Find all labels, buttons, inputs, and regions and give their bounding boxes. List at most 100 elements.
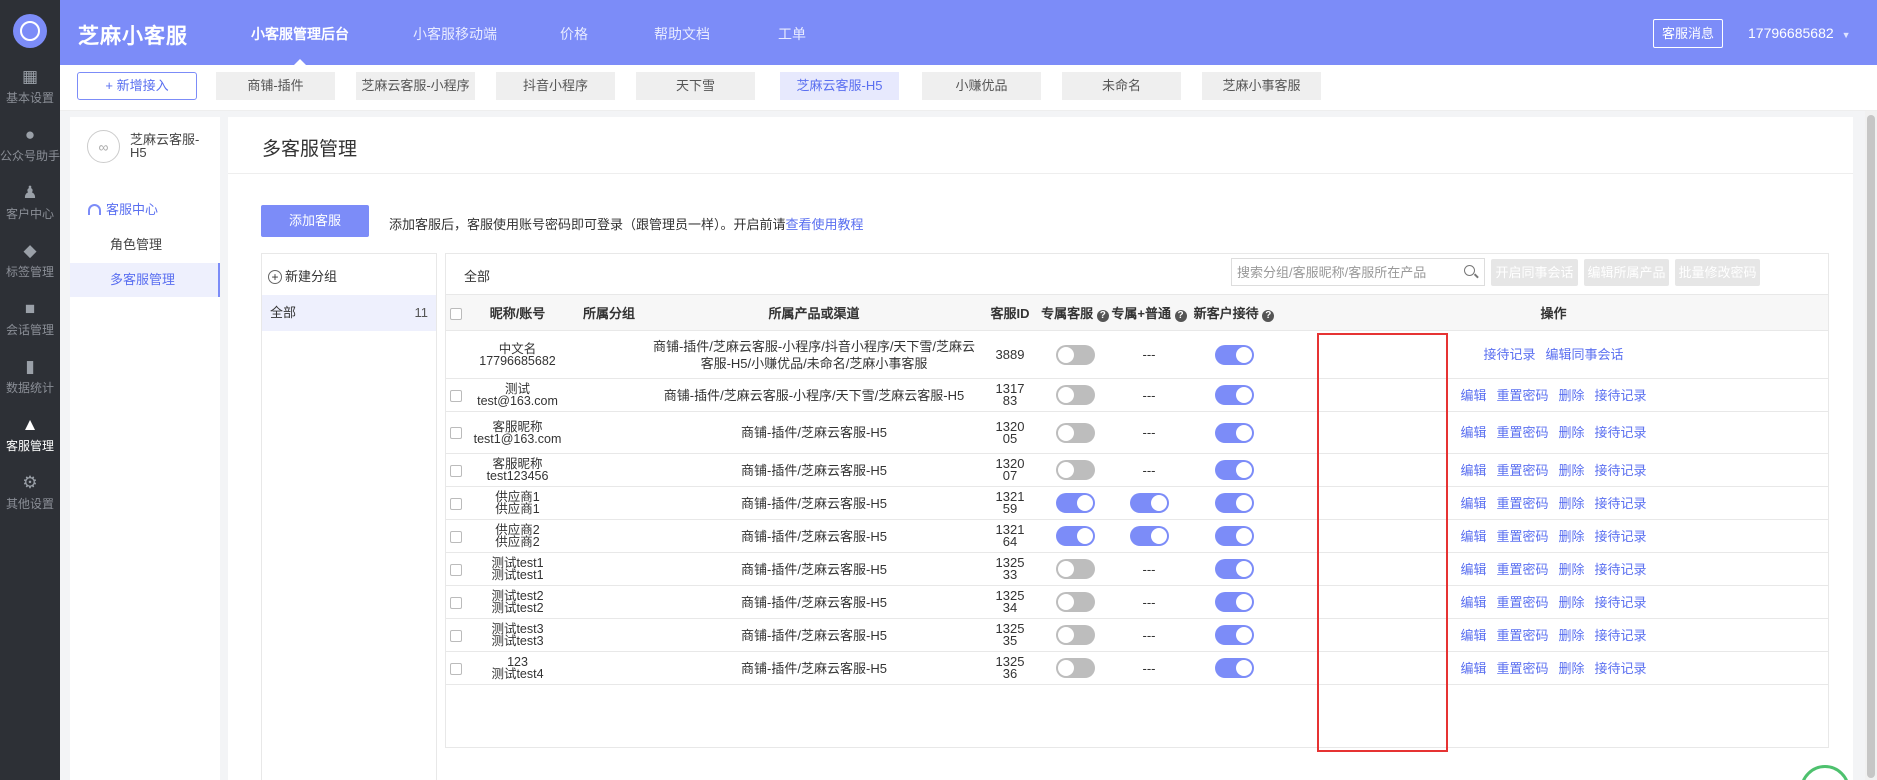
row-action-link[interactable]: 编辑	[1460, 463, 1486, 478]
exclusive-agent-toggle[interactable]	[1055, 344, 1095, 365]
nav-mobile[interactable]: 小客服移动端	[413, 24, 497, 44]
exclusive-normal-toggle[interactable]	[1129, 526, 1169, 546]
row-action-link[interactable]: 编辑	[1460, 496, 1486, 511]
exclusive-agent-toggle[interactable]	[1055, 493, 1095, 513]
table-row[interactable]: 测试 test@163.com 商铺-插件/芝麻云客服-小程序/天下雪/芝麻云客服-…	[446, 378, 1828, 412]
row-action-link[interactable]: 重置密码	[1496, 628, 1548, 643]
add-access-button[interactable]: + 新增接入	[77, 72, 197, 100]
table-row[interactable]: 123 测试test4 商铺-插件/芝麻云客服-H5 132536 --- 编辑 重置密码删…	[446, 651, 1828, 685]
rail-item-basic-settings[interactable]: ▦ 基本设置	[0, 68, 60, 126]
help-icon[interactable]: ?	[1096, 310, 1109, 322]
row-checkbox[interactable]	[450, 530, 462, 543]
nav-pricing[interactable]: 价格	[560, 24, 588, 44]
row-action-link[interactable]: 重置密码	[1496, 463, 1548, 478]
new-customer-toggle[interactable]	[1214, 592, 1254, 612]
row-action-link[interactable]: 接待记录	[1595, 496, 1647, 511]
exclusive-agent-toggle[interactable]	[1055, 422, 1095, 443]
row-action-link[interactable]: 接待记录	[1595, 529, 1647, 544]
product-tab[interactable]: 抖音小程序	[496, 72, 615, 100]
agent-messages-button[interactable]: 客服消息	[1653, 19, 1723, 48]
edit-products-button[interactable]: 编辑所属产品	[1584, 259, 1669, 286]
table-row[interactable]: 客服昵称 test123456 商铺-插件/芝麻云客服-H5 132007 --- 编辑重…	[446, 453, 1828, 487]
rail-item-wechat-assistant[interactable]: ● 公众号助手	[0, 126, 60, 184]
rail-item-tags[interactable]: ◆ 标签管理	[0, 242, 60, 300]
exclusive-agent-toggle[interactable]	[1055, 385, 1095, 405]
row-action-link[interactable]: 删除	[1559, 595, 1585, 610]
rail-item-agent-management[interactable]: ▲ 客服管理	[0, 416, 60, 474]
exclusive-normal-toggle[interactable]	[1129, 493, 1169, 513]
new-customer-toggle[interactable]	[1214, 658, 1254, 678]
new-customer-toggle[interactable]	[1214, 625, 1254, 645]
row-action-link[interactable]: 重置密码	[1496, 661, 1548, 676]
new-customer-toggle[interactable]	[1214, 559, 1254, 579]
row-action-link[interactable]: 接待记录	[1595, 463, 1647, 478]
rail-item-customers[interactable]: ♟ 客户中心	[0, 184, 60, 242]
tutorial-link[interactable]: 查看使用教程	[786, 217, 864, 232]
product-tab[interactable]: 芝麻小事客服	[1202, 72, 1321, 100]
nav-admin-backend[interactable]: 小客服管理后台	[251, 24, 349, 66]
select-all-checkbox[interactable]	[450, 307, 462, 320]
section-agent-center[interactable]: 客服中心	[88, 199, 158, 218]
select-all[interactable]	[446, 294, 466, 331]
row-action-link[interactable]: 接待记录	[1595, 628, 1647, 643]
sidebar-item-multi-agent[interactable]: 多客服管理	[70, 263, 220, 297]
row-action-link[interactable]: 删除	[1559, 388, 1585, 403]
row-action-link[interactable]: 重置密码	[1496, 562, 1548, 577]
product-tab[interactable]: 芝麻云客服-小程序	[356, 72, 475, 100]
row-action-link[interactable]: 删除	[1559, 496, 1585, 511]
row-action-link[interactable]: 编辑	[1460, 595, 1486, 610]
exclusive-agent-toggle[interactable]	[1055, 559, 1095, 579]
row-action-link[interactable]: 接待记录	[1595, 595, 1647, 610]
row-action-link[interactable]: 重置密码	[1496, 595, 1548, 610]
row-checkbox[interactable]	[450, 563, 462, 576]
table-row[interactable]: 客服昵称 test1@163.com 商铺-插件/芝麻云客服-H5 132005 ---…	[446, 411, 1828, 454]
product-tab[interactable]: 未命名	[1062, 72, 1181, 100]
new-customer-toggle[interactable]	[1214, 493, 1254, 513]
user-menu[interactable]: 17796685682 ▼	[1748, 25, 1851, 41]
exclusive-agent-toggle[interactable]	[1055, 460, 1095, 480]
row-action-link[interactable]: 重置密码	[1496, 388, 1548, 403]
row-action-link[interactable]: 编辑	[1460, 529, 1486, 544]
new-group-button[interactable]: + 新建分组	[268, 266, 337, 285]
row-action-link[interactable]: 删除	[1559, 661, 1585, 676]
exclusive-agent-toggle[interactable]	[1055, 592, 1095, 612]
enable-colleague-chat-button[interactable]: 开启同事会话	[1491, 259, 1578, 286]
row-action-link[interactable]: 编辑	[1460, 661, 1486, 676]
table-row[interactable]: 测试test3 测试test3 商铺-插件/芝麻云客服-H5 132535 --- 编辑重…	[446, 618, 1828, 652]
row-checkbox[interactable]	[450, 389, 462, 402]
row-checkbox[interactable]	[450, 662, 462, 675]
row-checkbox[interactable]	[450, 596, 462, 609]
row-checkbox[interactable]	[450, 427, 462, 440]
row-action-link[interactable]: 接待记录	[1595, 388, 1647, 403]
nav-tickets[interactable]: 工单	[778, 24, 806, 44]
row-checkbox[interactable]	[450, 629, 462, 642]
search-icon[interactable]	[1464, 265, 1475, 276]
row-action-link[interactable]: 编辑	[1460, 562, 1486, 577]
table-row[interactable]: 测试test1 测试test1 商铺-插件/芝麻云客服-H5 132533 --- 编辑重…	[446, 552, 1828, 586]
sidebar-item-roles[interactable]: 角色管理	[70, 228, 220, 262]
row-action-link[interactable]: 编辑	[1460, 628, 1486, 643]
page-scrollbar[interactable]	[1865, 111, 1877, 780]
row-action-link[interactable]: 删除	[1559, 529, 1585, 544]
app-logo-icon[interactable]	[13, 14, 47, 48]
row-action-link[interactable]: 删除	[1559, 562, 1585, 577]
row-action-link[interactable]: 重置密码	[1496, 425, 1548, 440]
product-tab-active[interactable]: 芝麻云客服-H5	[780, 72, 899, 100]
product-tab[interactable]: 小赚优品	[922, 72, 1041, 100]
row-action-link[interactable]: 编辑	[1460, 425, 1486, 440]
exclusive-agent-toggle[interactable]	[1055, 526, 1095, 546]
row-action-link[interactable]: 编辑同事会话	[1546, 347, 1624, 362]
row-checkbox[interactable]	[450, 497, 462, 510]
rail-item-sessions[interactable]: ■ 会话管理	[0, 300, 60, 358]
row-action-link[interactable]: 编辑	[1460, 388, 1486, 403]
new-customer-toggle[interactable]	[1214, 460, 1254, 480]
row-action-link[interactable]: 重置密码	[1496, 496, 1548, 511]
row-action-link[interactable]: 接待记录	[1595, 425, 1647, 440]
new-customer-toggle[interactable]	[1214, 422, 1254, 443]
new-customer-toggle[interactable]	[1214, 344, 1254, 365]
row-checkbox[interactable]	[450, 464, 462, 477]
rail-item-statistics[interactable]: ▮ 数据统计	[0, 358, 60, 416]
group-item-all[interactable]: 全部 11	[262, 295, 436, 331]
search-input[interactable]	[1231, 258, 1485, 286]
table-row[interactable]: 供应商2 供应商2 商铺-插件/芝麻云客服-H5 132164 编辑 重置密码 删除 接待记录	[446, 519, 1828, 553]
